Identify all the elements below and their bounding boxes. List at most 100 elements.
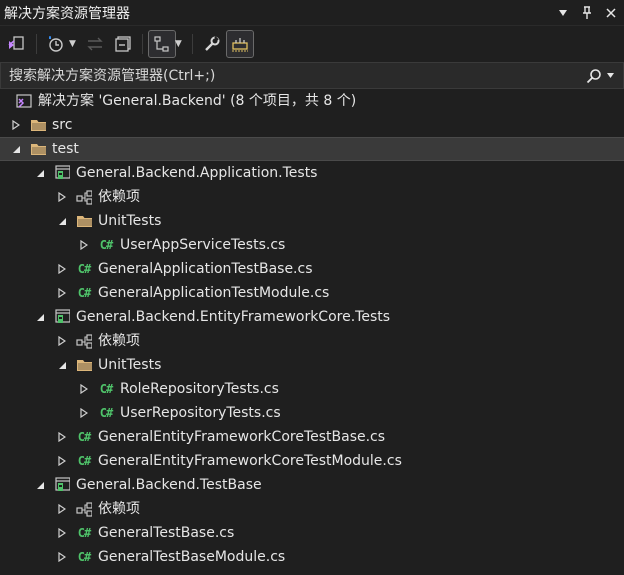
tree-item-dependencies[interactable]: 依赖项 <box>0 497 624 521</box>
csharp-file-icon: C# <box>99 238 113 252</box>
collapse-arrow-icon[interactable] <box>34 473 46 497</box>
panel-controls <box>556 5 618 20</box>
pending-changes-filter-icon[interactable] <box>43 31 69 57</box>
collapse-arrow-icon[interactable] <box>10 137 22 161</box>
expand-arrow-icon[interactable] <box>56 257 68 281</box>
chevron-down-icon[interactable]: ▼ <box>175 39 182 49</box>
tree-item-label: UnitTests <box>98 213 162 229</box>
tree-item-label: UserRepositoryTests.cs <box>120 405 281 421</box>
tree-item-label: GeneralTestBase.cs <box>98 525 235 541</box>
tree-item-label: 依赖项 <box>98 501 140 517</box>
expand-arrow-icon[interactable] <box>78 377 90 401</box>
expand-arrow-icon[interactable] <box>56 521 68 545</box>
tree-item-file[interactable]: C# UserAppServiceTests.cs <box>0 233 624 257</box>
csharp-file-icon: C# <box>77 430 91 444</box>
test-project-icon <box>54 165 70 181</box>
tree-item-label: src <box>52 117 73 133</box>
collapse-arrow-icon[interactable] <box>34 161 46 185</box>
close-icon[interactable] <box>604 6 618 20</box>
tree-item-label: General.Backend.EntityFrameworkCore.Test… <box>76 309 391 325</box>
expand-arrow-icon[interactable] <box>10 113 22 137</box>
pin-icon[interactable] <box>580 5 594 20</box>
tree-item-label: test <box>52 141 79 157</box>
expand-arrow-icon[interactable] <box>56 449 68 473</box>
tree-item-label: General.Backend.TestBase <box>76 477 262 493</box>
show-all-files-icon[interactable] <box>147 30 176 58</box>
tree-item-dependencies[interactable]: 依赖项 <box>0 185 624 209</box>
collapse-all-icon[interactable] <box>110 31 136 57</box>
tree-item-project[interactable]: General.Backend.Application.Tests <box>0 161 624 185</box>
dependencies-icon <box>76 333 92 349</box>
chevron-down-icon <box>607 73 614 78</box>
toolbar-separator <box>141 34 143 54</box>
tree-item-project[interactable]: General.Backend.EntityFrameworkCore.Test… <box>0 305 624 329</box>
dependencies-icon <box>76 189 92 205</box>
expand-arrow-icon[interactable] <box>56 281 68 305</box>
folder-icon <box>30 117 46 133</box>
search-options[interactable] <box>586 68 615 84</box>
tree-item-file[interactable]: C# GeneralTestBaseModule.cs <box>0 545 624 569</box>
csharp-file-icon: C# <box>77 454 91 468</box>
panel-titlebar: 解决方案资源管理器 <box>0 0 624 26</box>
expand-arrow-icon[interactable] <box>56 545 68 569</box>
panel-title: 解决方案资源管理器 <box>4 5 130 22</box>
switch-views-icon[interactable] <box>4 31 30 57</box>
collapse-arrow-icon[interactable] <box>56 353 68 377</box>
tree-item-file[interactable]: C# RoleRepositoryTests.cs <box>0 377 624 401</box>
tree-item-label: UnitTests <box>98 357 162 373</box>
toolbar: ▼ ▼ <box>0 26 624 62</box>
chevron-down-icon[interactable]: ▼ <box>69 39 76 49</box>
tree-item-label: 解决方案 'General.Backend' (8 个项目，共 8 个) <box>38 93 357 109</box>
collapse-arrow-icon[interactable] <box>34 305 46 329</box>
tree-item-file[interactable]: C# GeneralApplicationTestBase.cs <box>0 257 624 281</box>
csharp-file-icon: C# <box>99 382 113 396</box>
tree-item-label: UserAppServiceTests.cs <box>120 237 286 253</box>
tree-item-label: GeneralEntityFrameworkCoreTestBase.cs <box>98 429 386 445</box>
folder-icon <box>76 213 92 229</box>
search-box[interactable] <box>0 62 624 89</box>
tree-item-file[interactable]: C# UserRepositoryTests.cs <box>0 401 624 425</box>
tree-item-label: GeneralEntityFrameworkCoreTestModule.cs <box>98 453 402 469</box>
dependencies-icon <box>76 501 92 517</box>
csharp-file-icon: C# <box>77 262 91 276</box>
expand-arrow-icon[interactable] <box>56 329 68 353</box>
tree-item-label: RoleRepositoryTests.cs <box>120 381 279 397</box>
expand-arrow-icon[interactable] <box>78 401 90 425</box>
test-project-icon <box>54 477 70 493</box>
tree-item-folder[interactable]: UnitTests <box>0 209 624 233</box>
csharp-file-icon: C# <box>77 286 91 300</box>
solution-icon <box>16 93 32 109</box>
tree-item-file[interactable]: C# GeneralEntityFrameworkCoreTestBase.cs <box>0 425 624 449</box>
dropdown-icon[interactable] <box>556 6 570 20</box>
solution-tree: 解决方案 'General.Backend' (8 个项目，共 8 个) src… <box>0 89 624 569</box>
tree-item-label: GeneralTestBaseModule.cs <box>98 549 286 565</box>
collapse-arrow-icon[interactable] <box>56 209 68 233</box>
search-input[interactable] <box>7 66 531 85</box>
tree-item-dependencies[interactable]: 依赖项 <box>0 329 624 353</box>
tree-item-file[interactable]: C# GeneralTestBase.cs <box>0 521 624 545</box>
tree-item-folder[interactable]: UnitTests <box>0 353 624 377</box>
expand-arrow-icon[interactable] <box>56 185 68 209</box>
tree-item-solution[interactable]: 解决方案 'General.Backend' (8 个项目，共 8 个) <box>0 89 624 113</box>
csharp-file-icon: C# <box>99 406 113 420</box>
search-icon <box>586 68 601 83</box>
csharp-file-icon: C# <box>77 526 91 540</box>
toolbar-separator <box>191 34 193 54</box>
expand-arrow-icon[interactable] <box>78 233 90 257</box>
properties-wrench-icon[interactable] <box>199 31 225 57</box>
csharp-file-icon: C# <box>77 550 91 564</box>
preview-selected-items-icon[interactable] <box>225 30 254 58</box>
tree-item-test[interactable]: test <box>0 137 624 161</box>
tree-item-label: 依赖项 <box>98 333 140 349</box>
tree-item-file[interactable]: C# GeneralEntityFrameworkCoreTestModule.… <box>0 449 624 473</box>
tree-item-label: GeneralApplicationTestModule.cs <box>98 285 330 301</box>
tree-item-src[interactable]: src <box>0 113 624 137</box>
folder-icon <box>76 357 92 373</box>
tree-item-file[interactable]: C# GeneralApplicationTestModule.cs <box>0 281 624 305</box>
toolbar-separator <box>36 34 37 54</box>
expand-arrow-icon[interactable] <box>56 497 68 521</box>
folder-icon <box>30 141 46 157</box>
sync-active-document-icon[interactable] <box>82 31 108 57</box>
tree-item-project[interactable]: General.Backend.TestBase <box>0 473 624 497</box>
expand-arrow-icon[interactable] <box>56 425 68 449</box>
